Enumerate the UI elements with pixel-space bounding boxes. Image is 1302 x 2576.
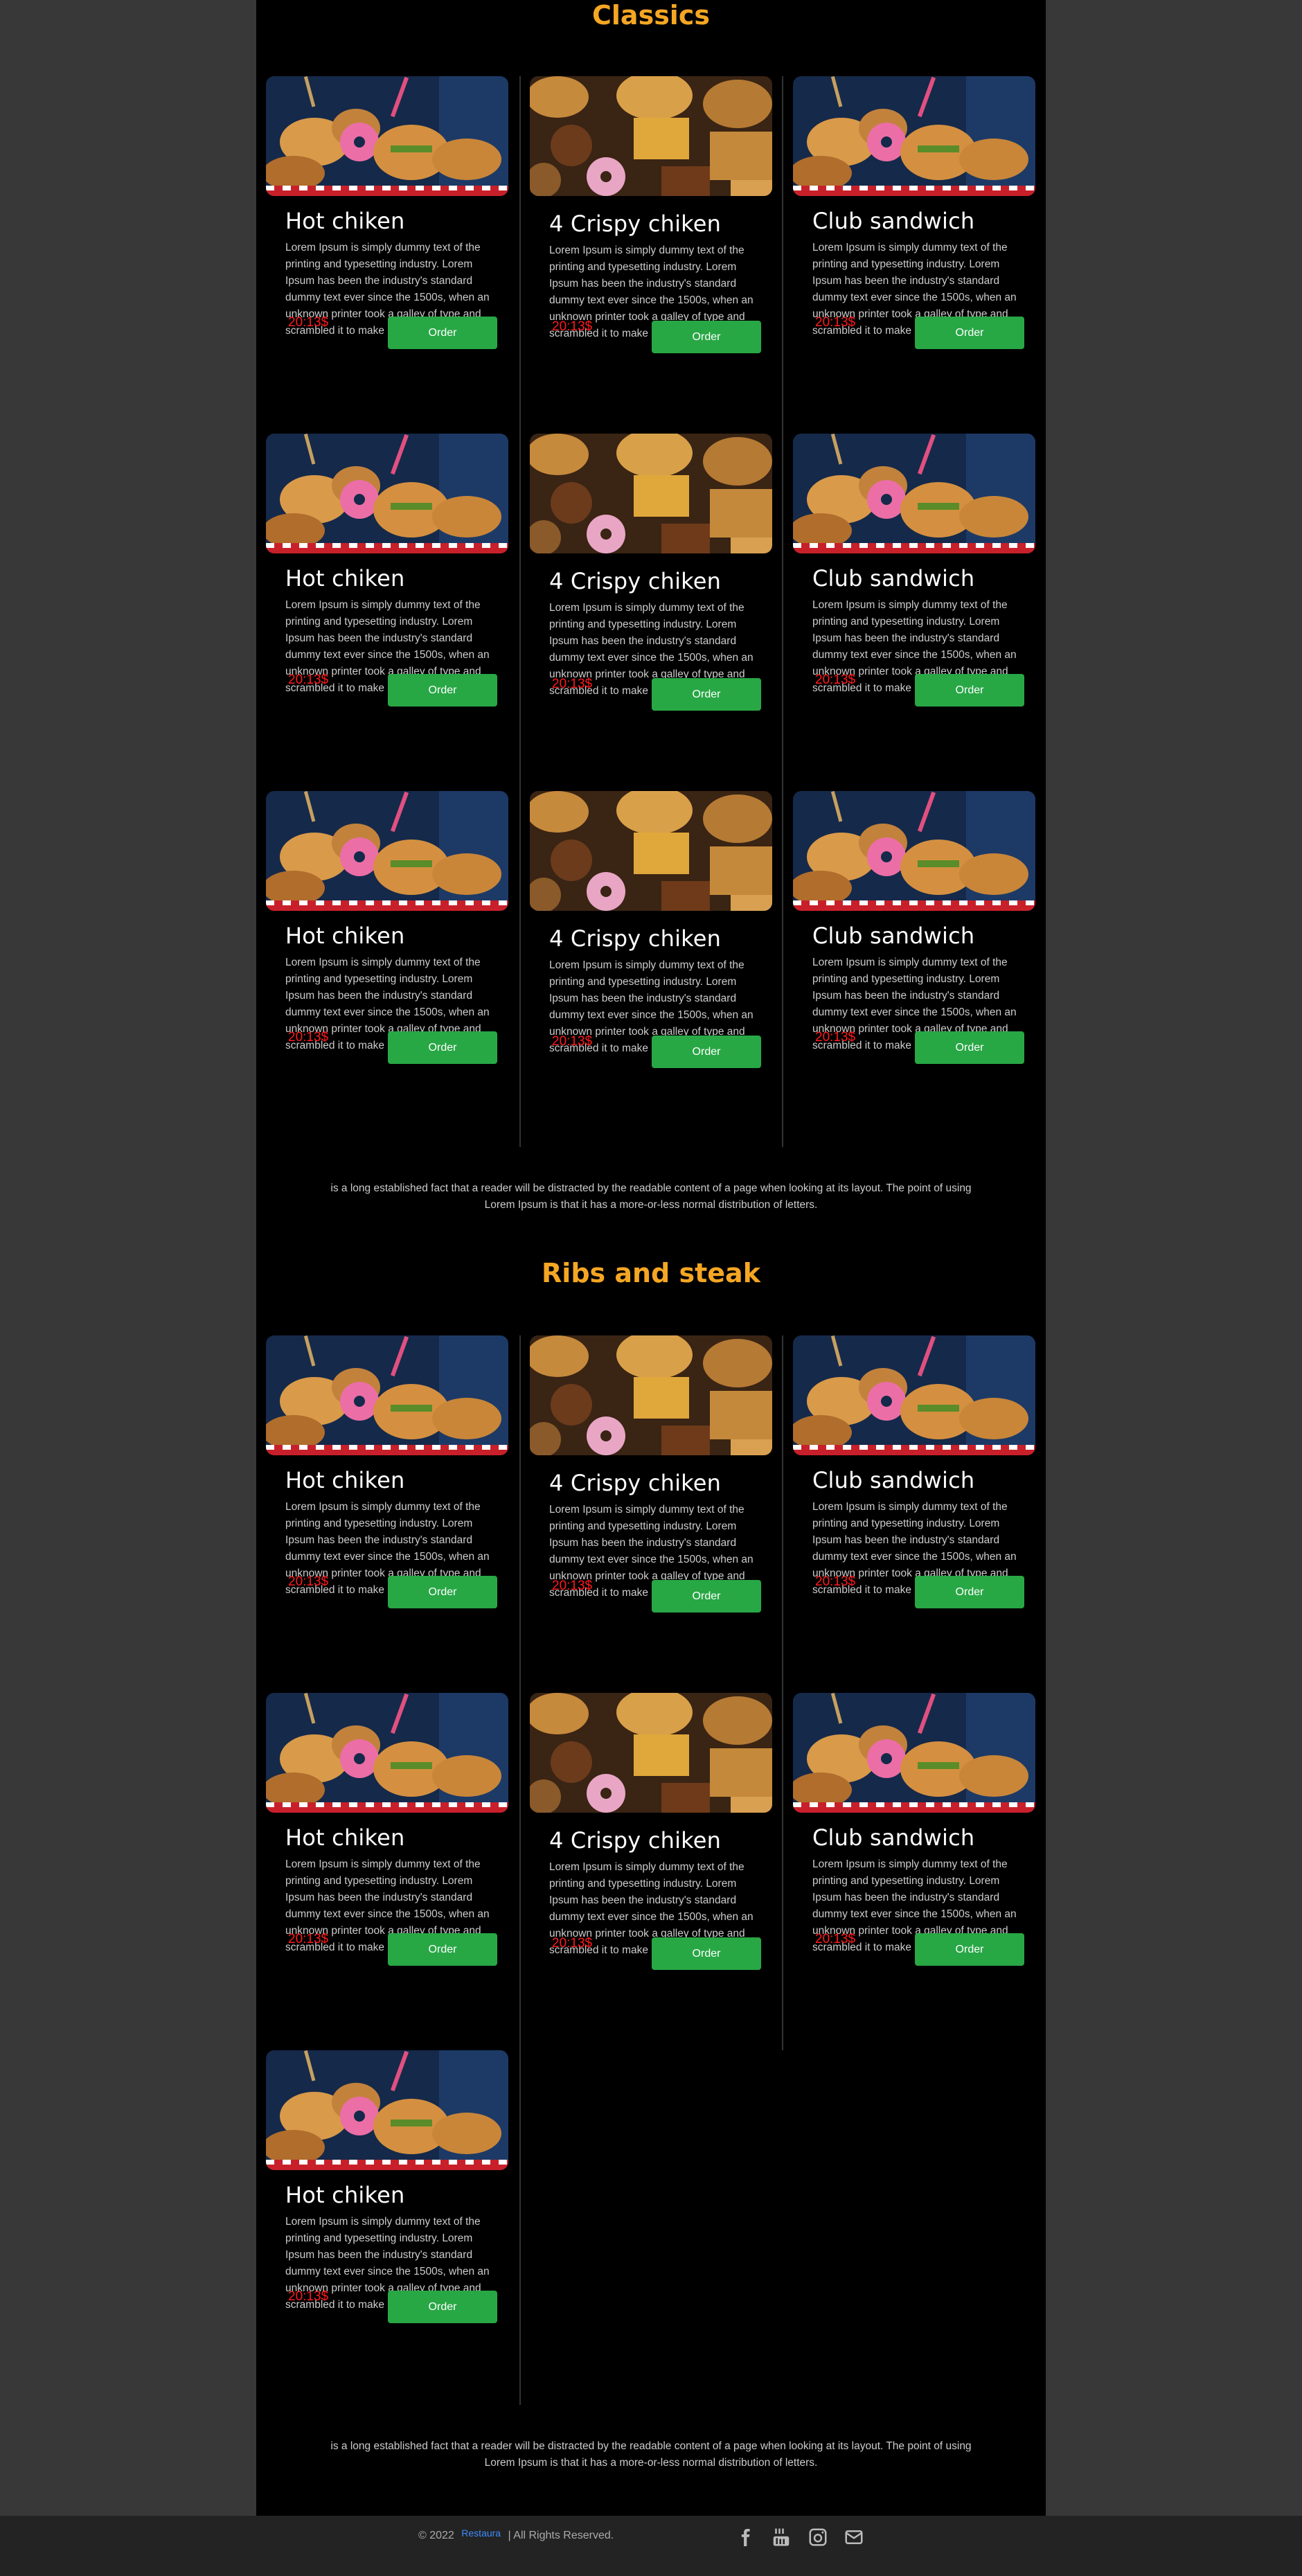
menu-card: Hot chiken Lorem Ipsum is simply dummy te… (266, 2050, 508, 2390)
order-button[interactable]: Order (652, 678, 761, 711)
food-image (266, 1693, 508, 1813)
order-button[interactable]: Order (915, 1933, 1024, 1966)
card-title: Hot chiken (285, 565, 405, 592)
card-price: 20:13$ (552, 319, 593, 334)
menu-card: Club sandwich Lorem Ipsum is simply dummy… (793, 434, 1035, 773)
food-image (266, 434, 508, 553)
order-button[interactable]: Order (915, 1576, 1024, 1608)
order-button[interactable]: Order (388, 1031, 497, 1064)
column-divider (782, 76, 783, 1147)
menu-card: 4 Crispy chiken Lorem Ipsum is simply dum… (530, 1335, 772, 1675)
mail-icon[interactable] (844, 2527, 864, 2548)
order-button[interactable]: Order (652, 1036, 761, 1068)
order-button[interactable]: Order (915, 674, 1024, 707)
column-divider (782, 1335, 783, 2050)
card-title: 4 Crispy chiken (549, 925, 722, 952)
menu-card: Hot chiken Lorem Ipsum is simply dummy te… (266, 434, 508, 773)
card-title: Club sandwich (812, 565, 975, 592)
menu-card: Hot chiken Lorem Ipsum is simply dummy te… (266, 1335, 508, 1675)
menu-card: 4 Crispy chiken Lorem Ipsum is simply dum… (530, 791, 772, 1130)
food-image (266, 791, 508, 911)
card-title: Club sandwich (812, 923, 975, 949)
card-title: 4 Crispy chiken (549, 1470, 722, 1496)
card-title: Hot chiken (285, 923, 405, 949)
youtube-icon[interactable] (771, 2527, 792, 2548)
food-image (530, 1335, 772, 1455)
food-image (793, 791, 1035, 911)
card-price: 20:13$ (815, 1030, 856, 1045)
instagram-icon[interactable] (808, 2527, 828, 2548)
menu-card: Club sandwich Lorem Ipsum is simply dummy… (793, 76, 1035, 416)
card-price: 20:13$ (552, 1936, 593, 1951)
card-title: Club sandwich (812, 1824, 975, 1851)
menu-card: Club sandwich Lorem Ipsum is simply dummy… (793, 1335, 1035, 1675)
section-note: is a long established fact that a reader… (330, 1182, 972, 1211)
food-image (793, 76, 1035, 196)
menu-card: Hot chiken Lorem Ipsum is simply dummy te… (266, 1693, 508, 2032)
card-title: Hot chiken (285, 1467, 405, 1493)
food-image (266, 76, 508, 196)
section-title-classics: Classics (592, 0, 710, 30)
menu-card: 4 Crispy chiken Lorem Ipsum is simply dum… (530, 434, 772, 773)
food-image (530, 791, 772, 911)
card-price: 20:13$ (288, 1932, 329, 1946)
card-price: 20:13$ (815, 1574, 856, 1589)
food-image (793, 1335, 1035, 1455)
order-button[interactable]: Order (388, 674, 497, 707)
menu-card: 4 Crispy chiken Lorem Ipsum is simply dum… (530, 1693, 772, 2032)
order-button[interactable]: Order (915, 1031, 1024, 1064)
menu-card: 4 Crispy chiken Lorem Ipsum is simply dum… (530, 76, 772, 416)
food-image (530, 76, 772, 196)
card-title: Hot chiken (285, 1824, 405, 1851)
rights-text: | All Rights Reserved. (508, 2530, 614, 2541)
order-button[interactable]: Order (915, 317, 1024, 349)
food-image (793, 1693, 1035, 1813)
card-price: 20:13$ (815, 1932, 856, 1946)
order-button[interactable]: Order (652, 1580, 761, 1613)
card-title: 4 Crispy chiken (549, 568, 722, 594)
card-price: 20:13$ (552, 1579, 593, 1593)
copyright-text: © 2022 Restaura | All Rights Reserved. (418, 2528, 614, 2542)
food-image (266, 1335, 508, 1455)
card-title: Club sandwich (812, 208, 975, 234)
order-button[interactable]: Order (388, 2291, 497, 2323)
card-price: 20:13$ (288, 1030, 329, 1045)
card-price: 20:13$ (815, 673, 856, 687)
order-button[interactable]: Order (652, 321, 761, 353)
card-title: 4 Crispy chiken (549, 1827, 722, 1854)
order-button[interactable]: Order (388, 1576, 497, 1608)
card-price: 20:13$ (552, 677, 593, 691)
card-price: 20:13$ (552, 1034, 593, 1049)
card-price: 20:13$ (288, 1574, 329, 1589)
order-button[interactable]: Order (388, 1933, 497, 1966)
card-title: Hot chiken (285, 208, 405, 234)
card-title: 4 Crispy chiken (549, 211, 722, 237)
menu-card: Club sandwich Lorem Ipsum is simply dummy… (793, 791, 1035, 1130)
food-image (530, 1693, 772, 1813)
card-price: 20:13$ (288, 2289, 329, 2304)
order-button[interactable]: Order (652, 1937, 761, 1970)
column-divider (519, 76, 521, 1147)
menu-card: Hot chiken Lorem Ipsum is simply dummy te… (266, 76, 508, 416)
card-title: Club sandwich (812, 1467, 975, 1493)
card-price: 20:13$ (288, 315, 329, 330)
order-button[interactable]: Order (388, 317, 497, 349)
footer (0, 2516, 1302, 2576)
section-title-ribs-and-steak: Ribs and steak (542, 1258, 760, 1288)
section-note: is a long established fact that a reader… (330, 2440, 972, 2469)
copyright-year: © 2022 (418, 2530, 454, 2541)
food-image (793, 434, 1035, 553)
brand-link[interactable]: Restaura (461, 2528, 501, 2539)
facebook-icon[interactable] (735, 2527, 756, 2548)
menu-card: Hot chiken Lorem Ipsum is simply dummy te… (266, 791, 508, 1130)
column-divider (519, 1335, 521, 2405)
card-price: 20:13$ (288, 673, 329, 687)
food-image (266, 2050, 508, 2170)
food-image (530, 434, 772, 553)
menu-card: Club sandwich Lorem Ipsum is simply dummy… (793, 1693, 1035, 2032)
card-price: 20:13$ (815, 315, 856, 330)
card-title: Hot chiken (285, 2182, 405, 2208)
